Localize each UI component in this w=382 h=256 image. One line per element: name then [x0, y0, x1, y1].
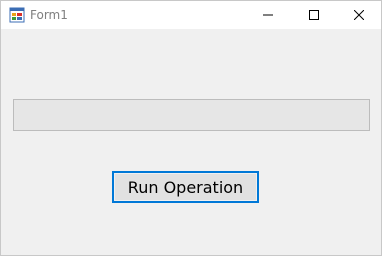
minimize-icon — [263, 14, 273, 16]
winforms-app-icon — [9, 7, 25, 23]
maximize-icon — [309, 10, 319, 20]
maximize-button[interactable] — [291, 1, 337, 29]
form-client-area: Run Operation — [1, 29, 381, 255]
title-bar[interactable]: Form1 — [1, 1, 381, 29]
window-title: Form1 — [30, 8, 68, 22]
run-operation-button[interactable]: Run Operation — [112, 171, 259, 203]
form1-window: Form1 Run Operation — [0, 0, 382, 256]
close-icon — [354, 10, 364, 20]
minimize-button[interactable] — [245, 1, 291, 29]
close-button[interactable] — [336, 1, 382, 29]
progress-bar — [13, 99, 370, 131]
